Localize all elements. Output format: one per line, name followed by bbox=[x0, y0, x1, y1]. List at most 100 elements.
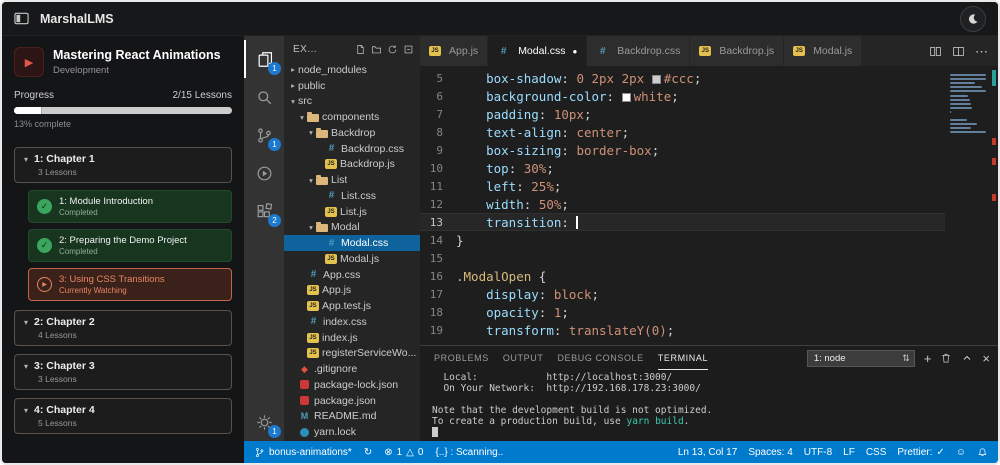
folder-row[interactable]: ▾Backdrop bbox=[284, 125, 420, 141]
indentation-setting[interactable]: Spaces: 4 bbox=[748, 447, 792, 458]
minimap[interactable] bbox=[945, 66, 989, 345]
yarn-icon bbox=[300, 428, 309, 437]
scanning-status[interactable]: {..} : Scanning.. bbox=[435, 447, 503, 458]
chapter-card[interactable]: ▾4: Chapter 45 Lessons bbox=[14, 398, 232, 434]
activity-explorer-button[interactable]: 1 bbox=[244, 40, 284, 78]
split-editor-icon[interactable] bbox=[952, 45, 965, 58]
chapter-card[interactable]: ▾1: Chapter 13 Lessons bbox=[14, 147, 232, 183]
editor-tab[interactable]: App.js bbox=[420, 36, 488, 66]
branch-indicator[interactable]: bonus-animations* bbox=[254, 447, 352, 458]
activity-extensions-button[interactable]: 2 bbox=[244, 192, 284, 230]
panel-tab-output[interactable]: OUTPUT bbox=[503, 346, 544, 370]
editor-tab[interactable]: Modal.js bbox=[784, 36, 862, 66]
panel-tab-terminal[interactable]: TERMINAL bbox=[658, 346, 708, 370]
file-row[interactable]: index.css bbox=[284, 314, 420, 330]
file-row[interactable]: package.json bbox=[284, 393, 420, 409]
folder-row[interactable]: ▾Modal bbox=[284, 220, 420, 236]
new-folder-icon[interactable] bbox=[371, 44, 382, 55]
kill-terminal-icon[interactable] bbox=[940, 352, 952, 364]
file-row[interactable]: Modal.js bbox=[284, 251, 420, 267]
code-line: 8 text-align: center; bbox=[420, 123, 945, 141]
file-row[interactable]: Backdrop.js bbox=[284, 157, 420, 173]
file-row[interactable]: App.test.js bbox=[284, 298, 420, 314]
eol-setting[interactable]: LF bbox=[843, 447, 855, 458]
notifications-bell-icon[interactable] bbox=[977, 447, 988, 458]
search-icon bbox=[255, 88, 274, 107]
chapter-card[interactable]: ▾2: Chapter 24 Lessons bbox=[14, 310, 232, 346]
lesson-item[interactable]: ✓1: Module IntroductionCompleted bbox=[28, 190, 232, 223]
sync-icon[interactable]: ↻ bbox=[364, 447, 372, 458]
code-line: 10 top: 30%; bbox=[420, 159, 945, 177]
editor-tab[interactable]: Modal.css● bbox=[488, 36, 587, 66]
lesson-item[interactable]: ✓2: Preparing the Demo ProjectCompleted bbox=[28, 229, 232, 262]
minimap-bar bbox=[950, 123, 977, 125]
problems-indicator[interactable]: ⊗ 1 △ 0 bbox=[384, 447, 423, 458]
panel-tabs: PROBLEMS OUTPUT DEBUG CONSOLE TERMINAL bbox=[434, 346, 708, 370]
color-swatch bbox=[622, 93, 631, 102]
file-row[interactable]: App.css bbox=[284, 267, 420, 283]
new-terminal-icon[interactable]: + bbox=[924, 352, 932, 365]
encoding-setting[interactable]: UTF-8 bbox=[804, 447, 832, 458]
activity-debug-button[interactable] bbox=[244, 154, 284, 192]
refresh-icon[interactable] bbox=[387, 44, 398, 55]
new-file-icon[interactable] bbox=[355, 44, 366, 55]
panel-tab-problems[interactable]: PROBLEMS bbox=[434, 346, 489, 370]
file-name: App.css bbox=[323, 269, 360, 281]
folder-row[interactable]: ▾List bbox=[284, 172, 420, 188]
lesson-title: 3: Using CSS Transitions bbox=[59, 274, 165, 285]
editor-tab[interactable]: Backdrop.css bbox=[587, 36, 690, 66]
chapter-title: 1: Chapter 1 bbox=[34, 153, 95, 165]
chapter-list: ▾1: Chapter 13 Lessons ✓1: Module Introdu… bbox=[14, 139, 232, 434]
close-panel-icon[interactable]: × bbox=[982, 352, 990, 365]
file-row[interactable]: package-lock.json bbox=[284, 377, 420, 393]
terminal-output[interactable]: Local: http://localhost:3000/ On Your Ne… bbox=[420, 370, 998, 441]
folder-row[interactable]: ▸node_modules bbox=[284, 62, 420, 78]
chevron-down-icon: ▾ bbox=[297, 113, 307, 122]
code-line: 16.ModalOpen { bbox=[420, 267, 945, 285]
language-mode[interactable]: CSS bbox=[866, 447, 887, 458]
folder-row[interactable]: ▸public bbox=[284, 78, 420, 94]
activity-bar: 1 1 2 bbox=[244, 36, 284, 441]
activity-settings-button[interactable]: 1 bbox=[244, 403, 284, 441]
file-row[interactable]: Modal.css bbox=[284, 235, 420, 251]
folder-row[interactable]: ▾src bbox=[284, 94, 420, 110]
file-row[interactable]: .gitignore bbox=[284, 361, 420, 377]
md-icon bbox=[298, 410, 311, 422]
check-icon: ✓ bbox=[936, 447, 944, 458]
file-row[interactable]: List.css bbox=[284, 188, 420, 204]
prettier-status[interactable]: Prettier: ✓ bbox=[897, 447, 944, 458]
chapter-card[interactable]: ▾3: Chapter 33 Lessons bbox=[14, 354, 232, 390]
line-number: 11 bbox=[420, 180, 456, 193]
editor-tab[interactable]: Backdrop.js bbox=[690, 36, 784, 66]
collapse-all-icon[interactable] bbox=[403, 44, 414, 55]
cursor-position[interactable]: Ln 13, Col 17 bbox=[678, 447, 738, 458]
file-row[interactable]: registerServiceWo... bbox=[284, 346, 420, 362]
activity-source-control-button[interactable]: 1 bbox=[244, 116, 284, 154]
chapter-lessons-count: 4 Lessons bbox=[38, 330, 222, 340]
file-row[interactable]: index.js bbox=[284, 330, 420, 346]
file-name: App.js bbox=[322, 284, 351, 296]
code-editor[interactable]: 5 box-shadow: 0 2px 2px #ccc;6 backgroun… bbox=[420, 66, 998, 345]
feedback-smiley-icon[interactable]: ☺ bbox=[956, 447, 966, 458]
course-title: Mastering React Animations bbox=[53, 48, 221, 63]
file-row[interactable]: README.md bbox=[284, 409, 420, 425]
folder-row[interactable]: ▾components bbox=[284, 109, 420, 125]
file-row[interactable]: Backdrop.css bbox=[284, 141, 420, 157]
app-title: MarshalLMS bbox=[40, 12, 114, 26]
theme-toggle-button[interactable] bbox=[960, 6, 986, 32]
terminal-select[interactable]: 1: node ⇅ bbox=[807, 350, 915, 367]
open-changes-icon[interactable] bbox=[929, 45, 942, 58]
activity-search-button[interactable] bbox=[244, 78, 284, 116]
sidebar-toggle-icon[interactable] bbox=[14, 11, 29, 26]
line-number: 16 bbox=[420, 270, 456, 283]
panel-tab-debug-console[interactable]: DEBUG CONSOLE bbox=[557, 346, 643, 370]
lesson-item[interactable]: ▶3: Using CSS TransitionsCurrently Watch… bbox=[28, 268, 232, 301]
minimap-bar bbox=[950, 111, 951, 113]
editor-tabs: App.jsModal.css●Backdrop.cssBackdrop.jsM… bbox=[420, 36, 862, 66]
file-row[interactable]: List.js bbox=[284, 204, 420, 220]
file-row[interactable]: App.js bbox=[284, 283, 420, 299]
maximize-panel-icon[interactable] bbox=[961, 352, 973, 364]
file-row[interactable]: yarn.lock bbox=[284, 424, 420, 440]
lesson-status: Completed bbox=[59, 208, 153, 217]
more-actions-icon[interactable]: ⋯ bbox=[975, 45, 988, 58]
